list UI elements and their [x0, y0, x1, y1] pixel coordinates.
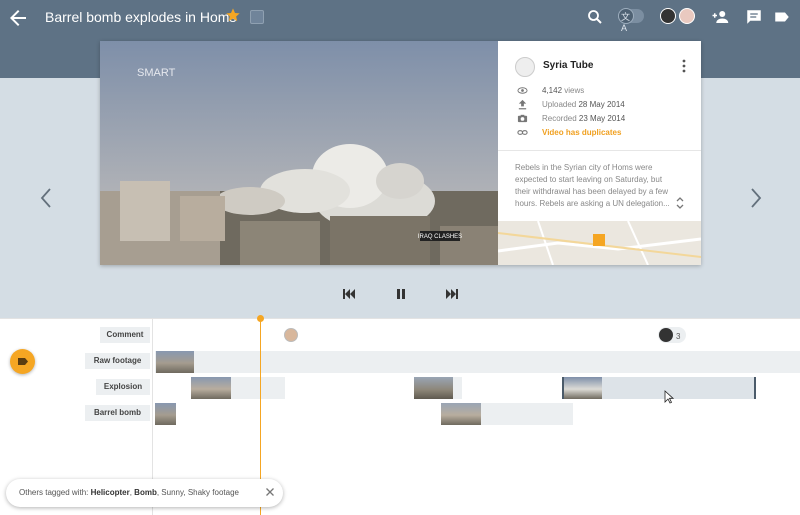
star-icon[interactable] — [225, 7, 241, 23]
expand-icon[interactable] — [674, 196, 686, 210]
tag-bomb: Bomb — [134, 488, 157, 497]
video-card: IRAQ CLASHES SMART Syria Tube 4,142 view… — [100, 41, 701, 265]
map-marker — [593, 234, 605, 246]
add-tag-button[interactable] — [10, 349, 35, 374]
views-row: 4,142 views — [515, 84, 695, 98]
location-map[interactable] — [498, 221, 701, 265]
video-description: Rebels in the Syrian city of Homs were e… — [515, 163, 670, 208]
uploaded-label: Uploaded — [542, 100, 577, 109]
clip-thumbnail[interactable] — [156, 351, 194, 373]
skip-next-icon[interactable] — [444, 287, 460, 301]
clip-thumbnail[interactable] — [441, 403, 481, 425]
comment-marker[interactable] — [659, 328, 673, 342]
clip-thumbnail[interactable] — [564, 377, 602, 399]
clip-thumbnail[interactable] — [191, 377, 231, 399]
chevron-right-icon[interactable] — [748, 186, 764, 210]
divider — [498, 150, 701, 151]
video-info-panel: Syria Tube 4,142 views Uploaded 28 May 2… — [498, 41, 701, 265]
link-icon — [517, 130, 528, 135]
skip-previous-icon[interactable] — [341, 287, 357, 301]
channel-avatar[interactable] — [515, 57, 535, 77]
label-icon[interactable] — [773, 8, 791, 26]
lane-label-barrel-bomb: Barrel bomb — [85, 405, 150, 421]
lane-label-comment: Comment — [100, 327, 150, 343]
uploaded-date: 28 May 2014 — [578, 100, 625, 109]
views-suffix: views — [564, 86, 585, 95]
recorded-date: 23 May 2014 — [578, 114, 626, 123]
tags-snackbar: Others tagged with: Helicopter, Bomb, Su… — [6, 479, 283, 507]
close-icon[interactable] — [265, 487, 275, 497]
recorded-row: Recorded 23 May 2014 — [515, 112, 695, 126]
view-count: 4,142 — [542, 86, 563, 95]
tag-helicopter: Helicopter — [90, 488, 130, 497]
video-overlay-badge: IRAQ CLASHES — [418, 234, 462, 240]
video-frame[interactable]: IRAQ CLASHES SMART — [100, 41, 498, 265]
avatar[interactable] — [679, 8, 695, 24]
snackbar-text: Others tagged with: Helicopter, Bomb, Su… — [19, 488, 239, 497]
clip-thumbnail[interactable] — [155, 403, 176, 425]
chevron-left-icon[interactable] — [38, 186, 54, 210]
back-arrow-icon[interactable] — [6, 6, 30, 30]
mouse-cursor-icon — [664, 390, 674, 404]
translate-toggle[interactable]: 文A — [618, 8, 644, 33]
translate-toggle-icon: 文A — [618, 8, 634, 33]
comment-count: 3 — [676, 332, 681, 341]
lane-label-raw-footage: Raw footage — [85, 353, 150, 369]
avatar[interactable] — [660, 8, 676, 24]
label-icon — [18, 358, 28, 365]
upload-icon — [518, 99, 527, 110]
channel-name[interactable]: Syria Tube — [543, 60, 593, 71]
comment-icon[interactable] — [745, 8, 763, 26]
playhead-handle[interactable] — [257, 315, 264, 322]
page-title: Barrel bomb explodes in Homs — [45, 9, 237, 25]
uploaded-row: Uploaded 28 May 2014 — [515, 98, 695, 112]
search-icon[interactable] — [586, 8, 604, 26]
eye-icon — [517, 87, 528, 94]
camera-icon — [517, 114, 528, 123]
lane-segment[interactable] — [155, 351, 800, 373]
duplicates-row[interactable]: Video has duplicates — [515, 126, 695, 140]
add-person-icon[interactable] — [711, 8, 729, 26]
clip-thumbnail[interactable] — [414, 377, 453, 399]
comment-marker[interactable] — [284, 328, 298, 342]
video-watermark: SMART — [137, 67, 176, 79]
duplicates-link: Video has duplicates — [542, 128, 622, 137]
more-vert-icon[interactable] — [678, 58, 690, 74]
pause-icon[interactable] — [393, 287, 409, 301]
lane-label-explosion: Explosion — [96, 379, 150, 395]
tag-icon[interactable] — [250, 10, 264, 24]
recorded-label: Recorded — [542, 114, 577, 123]
